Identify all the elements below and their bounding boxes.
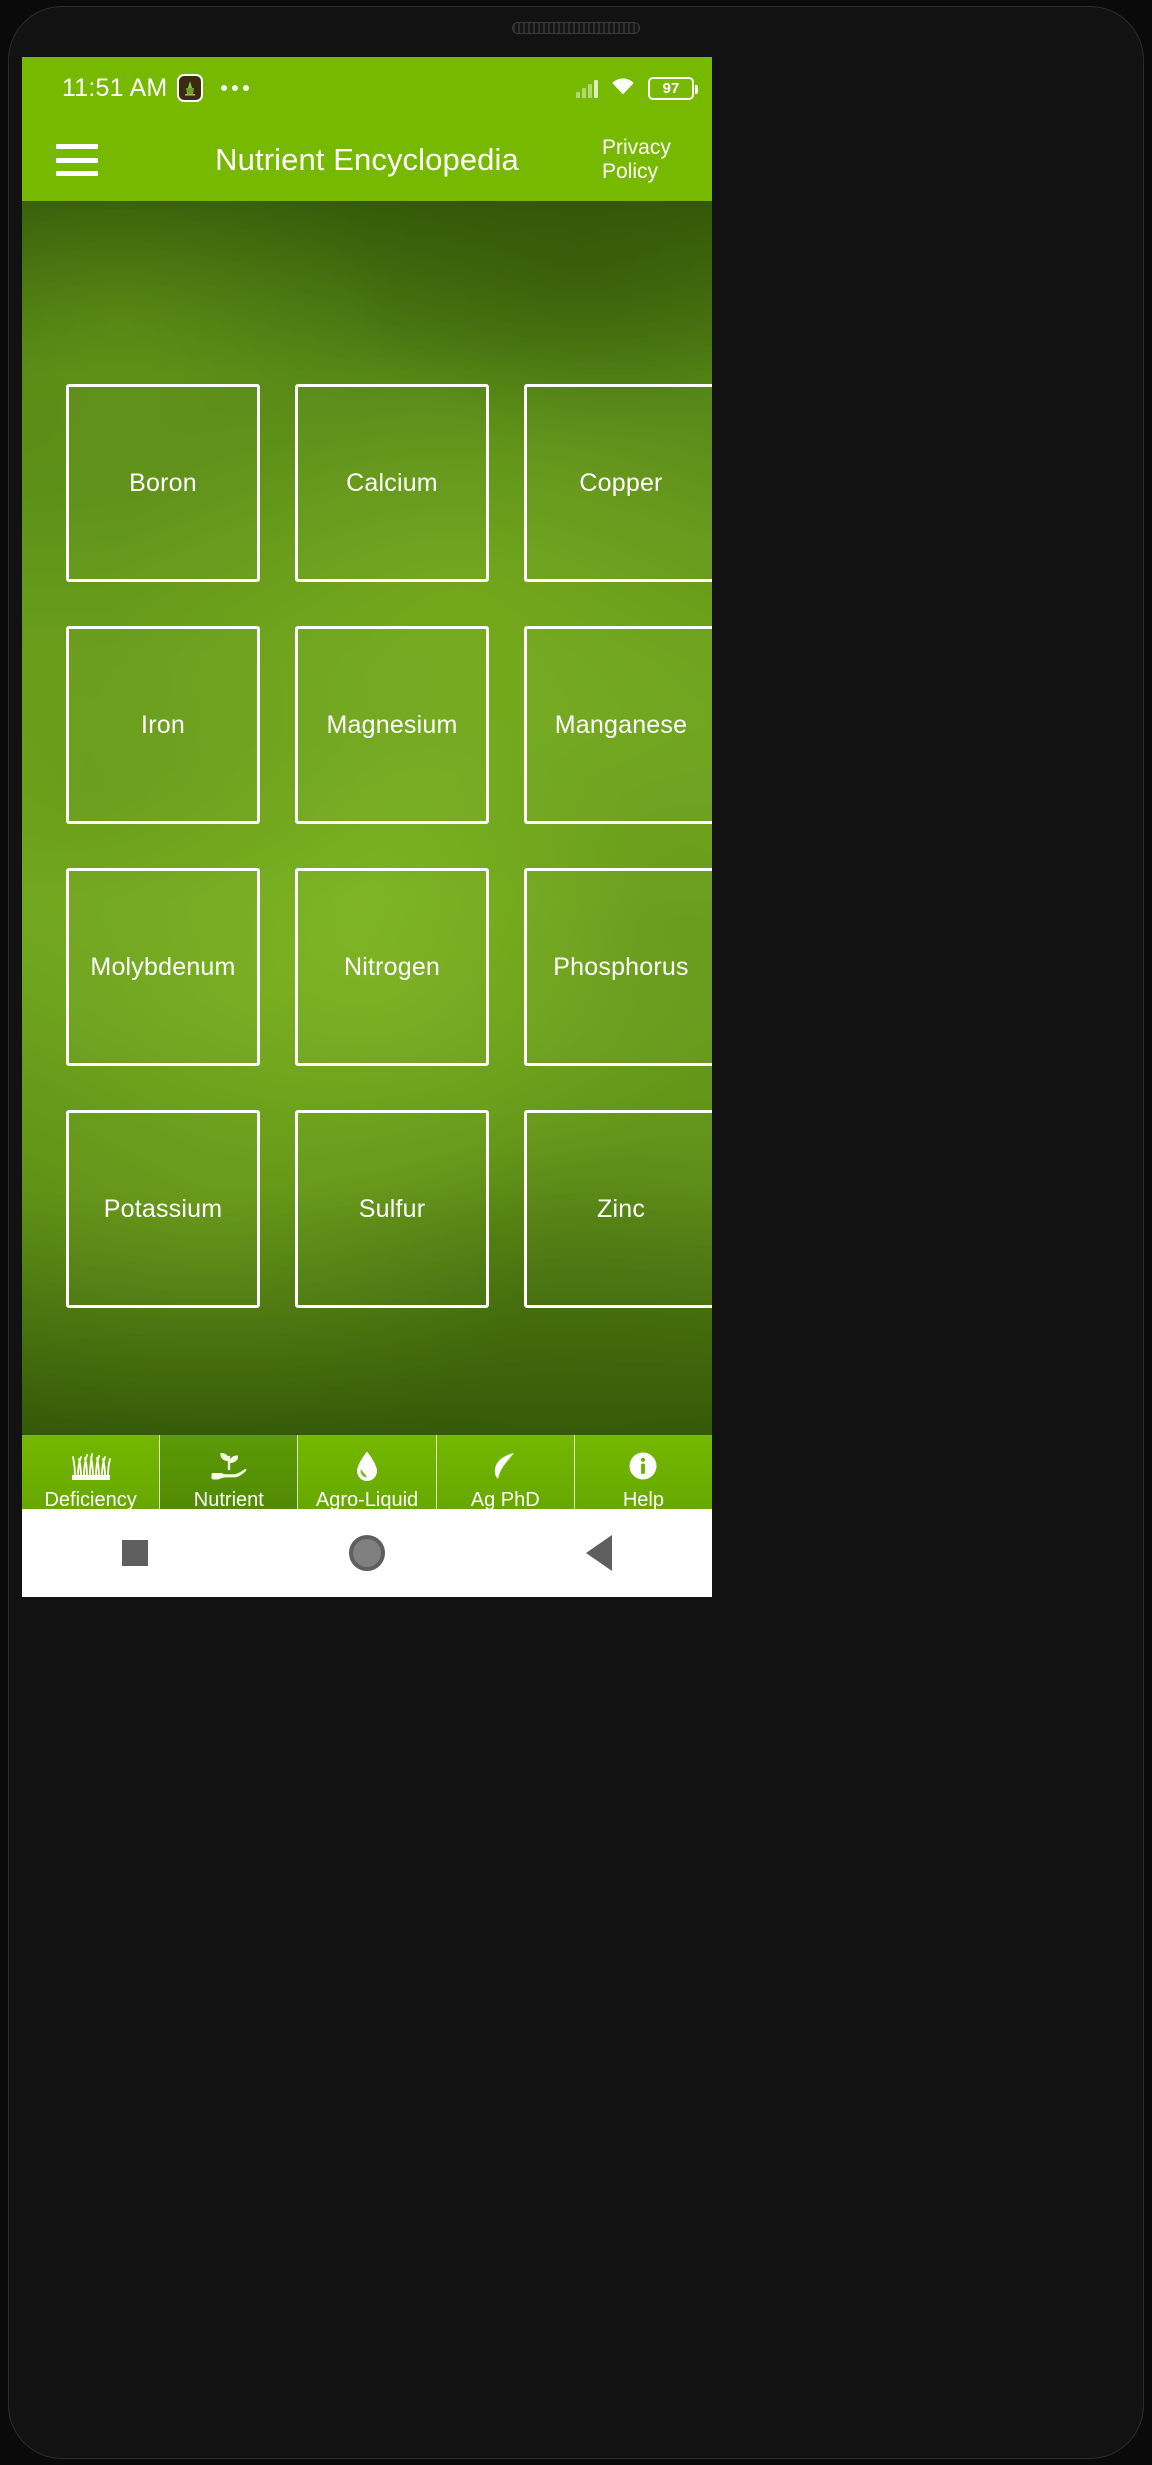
tab-agro-liquid[interactable]: Agro-Liquid — [298, 1435, 437, 1510]
nutrient-tile-molybdenum[interactable]: Molybdenum — [66, 868, 260, 1066]
phone-screen: 11:51 AM 97 Nutrient Encyclopedia Privac… — [22, 57, 712, 1509]
nutrient-tile-label: Nitrogen — [343, 952, 441, 981]
status-bar: 11:51 AM 97 — [22, 57, 712, 119]
status-time: 11:51 AM — [62, 73, 168, 102]
tab-label-agro-liquid: Agro-Liquid — [315, 1488, 419, 1510]
hamburger-menu-icon[interactable] — [56, 144, 98, 176]
privacy-policy-line1: Privacy — [602, 135, 671, 159]
nutrient-tile-label: Sulfur — [358, 1194, 426, 1223]
nutrient-tile-label: Phosphorus — [553, 952, 689, 981]
tab-nutrient[interactable]: Nutrient — [160, 1435, 299, 1510]
nutrient-tile-nitrogen[interactable]: Nitrogen — [295, 868, 489, 1066]
app-notification-icon[interactable] — [177, 74, 204, 102]
triangle-back-icon[interactable] — [585, 1535, 612, 1571]
main-content: Boron Calcium Copper Iron Magnesium Mang… — [22, 201, 712, 1435]
status-bar-left: 11:51 AM — [62, 73, 250, 103]
nutrient-tile-phosphorus[interactable]: Phosphorus — [524, 868, 712, 1066]
wifi-icon — [610, 76, 636, 101]
app-notification-icon-glyph — [179, 76, 202, 100]
tab-label-ag-phd: Ag PhD — [470, 1488, 540, 1510]
privacy-policy-link[interactable]: Privacy Policy — [602, 136, 698, 184]
nutrient-grid: Boron Calcium Copper Iron Magnesium Mang… — [22, 201, 712, 1308]
nutrient-tile-label: Molybdenum — [90, 952, 236, 981]
nutrient-tile-zinc[interactable]: Zinc — [524, 1110, 712, 1308]
nutrient-tile-calcium[interactable]: Calcium — [295, 384, 489, 582]
tab-help[interactable]: Help — [574, 1435, 712, 1510]
tab-label-deficiency: Deficiency — [44, 1488, 137, 1510]
leaf-icon — [490, 1450, 520, 1482]
tab-label-help: Help — [622, 1488, 664, 1510]
android-navigation-bar — [22, 1509, 712, 1597]
nutrient-tile-potassium[interactable]: Potassium — [66, 1110, 260, 1308]
privacy-policy-line2: Policy — [602, 160, 659, 183]
nutrient-tile-iron[interactable]: Iron — [66, 626, 260, 824]
nutrient-tile-label: Calcium — [346, 468, 438, 497]
nutrient-tile-label: Copper — [579, 468, 663, 497]
status-bar-right: 97 — [576, 76, 698, 101]
tab-label-nutrient: Nutrient — [193, 1488, 264, 1510]
battery-icon: 97 — [648, 76, 698, 100]
battery-level-text: 97 — [662, 79, 680, 97]
nutrient-tile-boron[interactable]: Boron — [66, 384, 260, 582]
water-drop-icon — [354, 1450, 380, 1482]
bottom-tab-bar: Deficiency Nutrient Agro-Liquid Ag PhD H… — [22, 1435, 712, 1509]
tab-deficiency[interactable]: Deficiency — [22, 1435, 161, 1510]
nutrient-tile-label: Magnesium — [326, 710, 458, 739]
app-header: Nutrient Encyclopedia Privacy Policy — [22, 119, 712, 201]
nutrient-tile-sulfur[interactable]: Sulfur — [295, 1110, 489, 1308]
grass-icon — [68, 1450, 114, 1482]
circle-home-icon[interactable] — [348, 1535, 385, 1571]
nutrient-tile-label: Potassium — [103, 1194, 223, 1223]
nutrient-tile-label: Zinc — [596, 1194, 646, 1223]
nutrient-tile-label: Boron — [129, 468, 197, 497]
seedling-hand-icon — [208, 1450, 250, 1482]
nutrient-tile-label: Manganese — [554, 710, 688, 739]
nutrient-tile-copper[interactable]: Copper — [524, 384, 712, 582]
nutrient-tile-manganese[interactable]: Manganese — [524, 626, 712, 824]
info-circle-icon — [627, 1450, 659, 1482]
cellular-signal-icon — [576, 78, 598, 98]
tab-ag-phd[interactable]: Ag PhD — [436, 1435, 575, 1510]
more-dots-icon[interactable] — [221, 85, 250, 91]
nutrient-tile-magnesium[interactable]: Magnesium — [295, 626, 489, 824]
device-frame: 11:51 AM 97 Nutrient Encyclopedia Privac… — [0, 0, 1152, 2465]
speaker-grille — [512, 22, 640, 34]
square-recents-icon[interactable] — [122, 1540, 149, 1566]
nutrient-tile-label: Iron — [141, 710, 185, 739]
